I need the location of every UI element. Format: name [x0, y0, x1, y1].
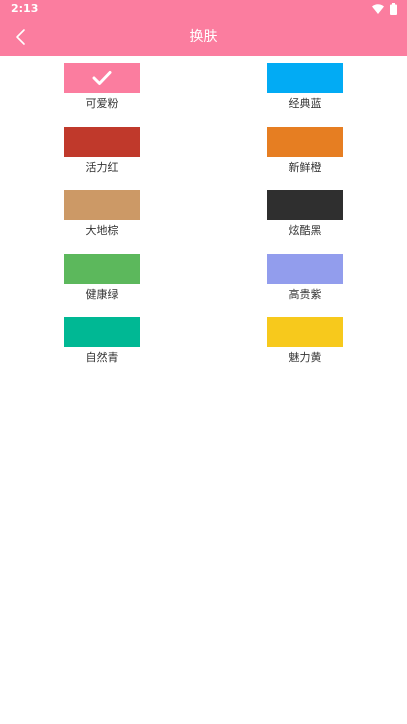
color-swatch[interactable] [64, 254, 140, 284]
page-title: 换肤 [189, 29, 218, 45]
skin-label: 新鲜橙 [288, 161, 322, 174]
skin-option[interactable]: 经典蓝 [267, 63, 343, 115]
chevron-left-icon [8, 24, 34, 50]
color-swatch[interactable] [267, 254, 343, 284]
status-bar: 2:13 [0, 0, 407, 18]
skin-option[interactable]: 新鲜橙 [267, 127, 343, 179]
skin-label: 健康绿 [85, 288, 119, 301]
battery-icon [390, 3, 397, 15]
skin-label: 魅力黄 [288, 351, 322, 364]
status-time: 2:13 [11, 2, 39, 15]
color-swatch[interactable] [267, 317, 343, 347]
status-icons [372, 3, 397, 15]
skin-label: 自然青 [85, 351, 119, 364]
skin-label: 经典蓝 [288, 97, 322, 110]
color-swatch[interactable] [64, 63, 140, 93]
skin-option[interactable]: 活力红 [64, 127, 140, 179]
wifi-icon [372, 4, 384, 14]
back-button[interactable] [8, 24, 34, 50]
skin-option[interactable]: 健康绿 [64, 254, 140, 306]
skin-label: 可爱粉 [85, 97, 119, 110]
skin-option[interactable]: 魅力黄 [267, 317, 343, 369]
color-swatch[interactable] [267, 127, 343, 157]
color-swatch[interactable] [267, 190, 343, 220]
color-swatch[interactable] [64, 127, 140, 157]
skin-option[interactable]: 炫酷黑 [267, 190, 343, 242]
skin-option[interactable]: 可爱粉 [64, 63, 140, 115]
skin-option[interactable]: 大地棕 [64, 190, 140, 242]
skin-label: 高贵紫 [288, 288, 322, 301]
toolbar: 换肤 [0, 18, 407, 56]
color-swatch[interactable] [267, 63, 343, 93]
skin-label: 炫酷黑 [288, 224, 322, 237]
color-swatch[interactable] [64, 317, 140, 347]
check-icon [92, 70, 112, 86]
skin-label: 活力红 [85, 161, 119, 174]
color-swatch[interactable] [64, 190, 140, 220]
skin-label: 大地棕 [85, 224, 119, 237]
skin-option[interactable]: 自然青 [64, 317, 140, 369]
skin-option[interactable]: 高贵紫 [267, 254, 343, 306]
